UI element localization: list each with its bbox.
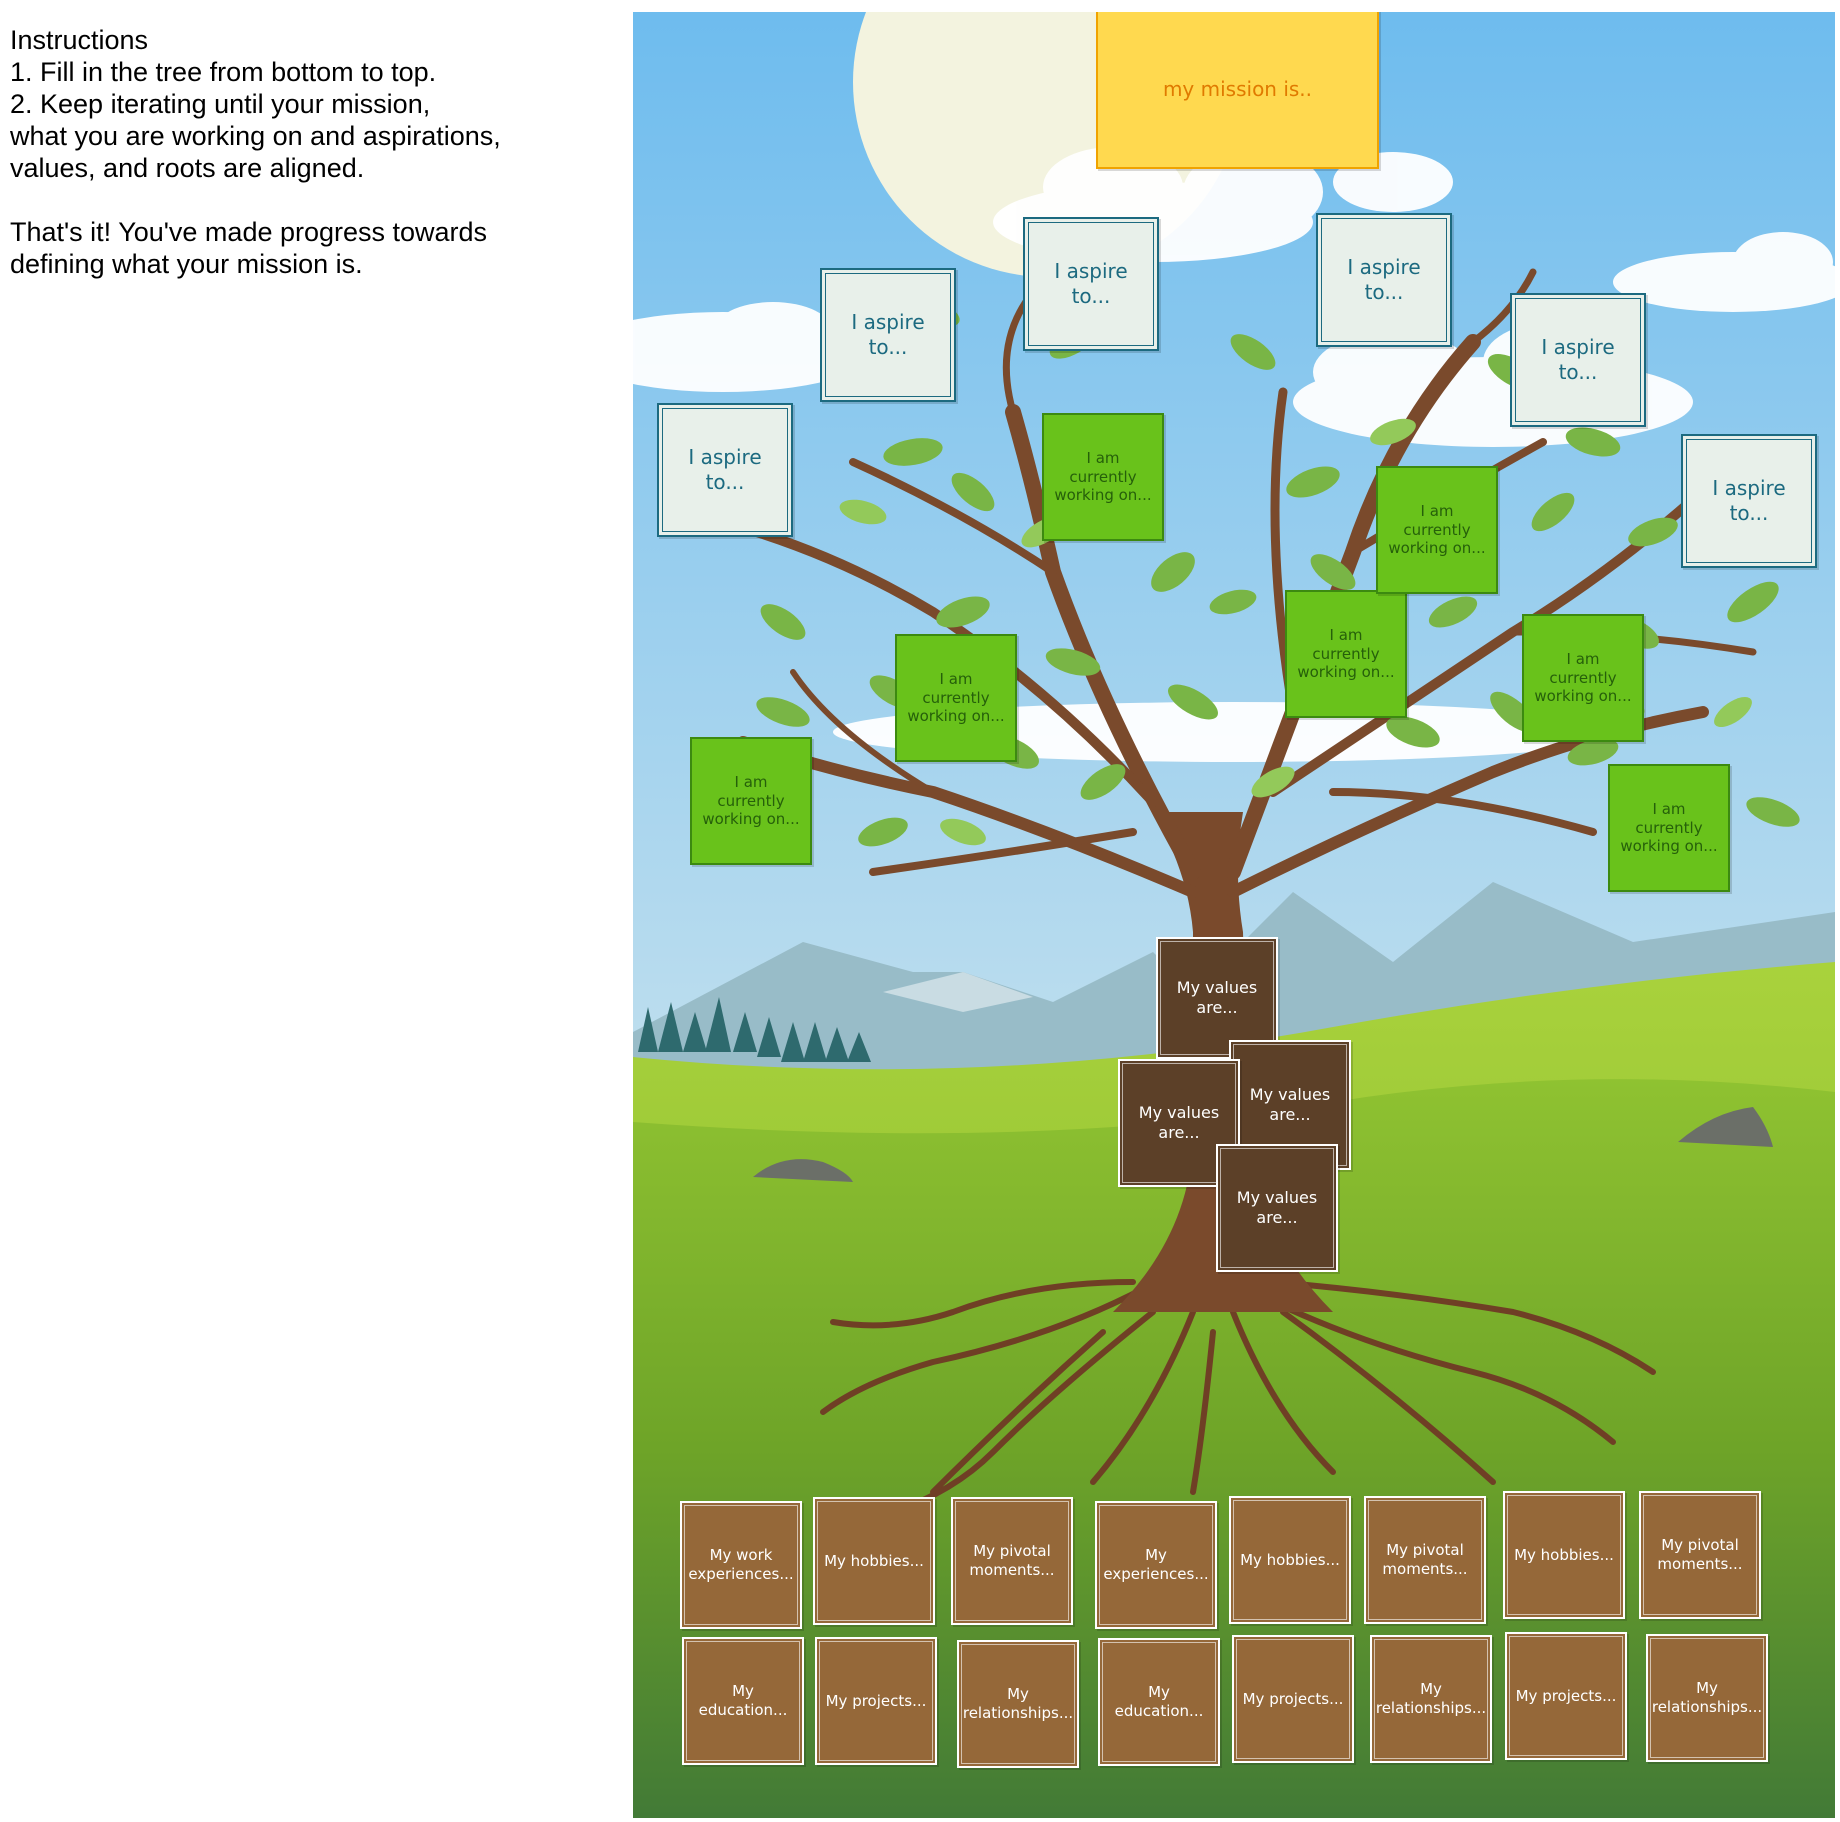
- working-note[interactable]: I am currently working on...: [1608, 764, 1730, 892]
- working-note-label: I am currently working on...: [1620, 799, 1718, 856]
- aspire-note[interactable]: I aspire to...: [820, 268, 956, 402]
- roots-note-label: My pivotal moments...: [1657, 1536, 1743, 1573]
- instructions-step-2-cont: what you are working on and aspirations,: [10, 121, 501, 151]
- working-note-label: I am currently working on...: [907, 669, 1005, 726]
- roots-note[interactable]: My education...: [1098, 1638, 1220, 1766]
- working-note-label: I am currently working on...: [1388, 501, 1486, 558]
- roots-note-label: My pivotal moments...: [1382, 1541, 1468, 1578]
- working-note[interactable]: I am currently working on...: [1522, 614, 1644, 742]
- mission-note[interactable]: my mission is..: [1096, 12, 1379, 169]
- roots-note-label: My hobbies...: [1514, 1545, 1614, 1564]
- instructions-step-2-cont: values, and roots are aligned.: [10, 153, 365, 183]
- aspire-note-label: I aspire to...: [1712, 476, 1786, 525]
- values-note-label: My values are...: [1236, 1188, 1318, 1227]
- aspire-note[interactable]: I aspire to...: [1023, 217, 1159, 351]
- working-note[interactable]: I am currently working on...: [1042, 413, 1164, 541]
- aspire-note[interactable]: I aspire to...: [657, 403, 793, 537]
- roots-note[interactable]: My pivotal moments...: [951, 1497, 1073, 1625]
- values-note[interactable]: My values are...: [1216, 1144, 1338, 1272]
- working-note-label: I am currently working on...: [702, 772, 800, 829]
- roots-note-label: My projects...: [825, 1691, 927, 1710]
- roots-note-label: My hobbies...: [824, 1551, 924, 1570]
- instructions-blank: [10, 184, 610, 216]
- roots-note[interactable]: My relationships...: [1646, 1634, 1768, 1762]
- instructions-title: Instructions: [10, 25, 149, 55]
- roots-note-label: My work experiences...: [688, 1546, 794, 1583]
- roots-note[interactable]: My hobbies...: [1503, 1491, 1625, 1619]
- roots-note[interactable]: My experiences...: [1095, 1501, 1217, 1629]
- roots-note-label: My relationships...: [962, 1685, 1074, 1722]
- instructions-outro: That's it! You've made progress towards: [10, 217, 488, 247]
- working-note-label: I am currently working on...: [1534, 649, 1632, 706]
- roots-note[interactable]: My hobbies...: [1229, 1496, 1351, 1624]
- working-note[interactable]: I am currently working on...: [690, 737, 812, 865]
- roots-note[interactable]: My relationships...: [1370, 1635, 1492, 1763]
- instructions-text: Instructions 1. Fill in the tree from bo…: [10, 24, 610, 280]
- mission-note-label: my mission is..: [1162, 76, 1313, 101]
- roots-note-label: My projects...: [1242, 1689, 1344, 1708]
- aspire-note[interactable]: I aspire to...: [1510, 293, 1646, 427]
- instructions-step-1: 1. Fill in the tree from bottom to top.: [10, 57, 437, 87]
- values-note-label: My values are...: [1249, 1085, 1331, 1124]
- roots-note[interactable]: My relationships...: [957, 1640, 1079, 1768]
- roots-note[interactable]: My projects...: [815, 1637, 937, 1765]
- roots-note[interactable]: My work experiences...: [680, 1501, 802, 1629]
- roots-note-label: My education...: [698, 1682, 788, 1719]
- roots-note[interactable]: My education...: [682, 1637, 804, 1765]
- aspire-note[interactable]: I aspire to...: [1316, 213, 1452, 347]
- roots-note-label: My pivotal moments...: [969, 1542, 1055, 1579]
- roots-note-label: My projects...: [1515, 1686, 1617, 1705]
- instructions-step-2: 2. Keep iterating until your mission,: [10, 89, 431, 119]
- aspire-note-label: I aspire to...: [688, 445, 762, 494]
- aspire-note-label: I aspire to...: [851, 310, 925, 359]
- roots-note[interactable]: My projects...: [1232, 1635, 1354, 1763]
- roots-note[interactable]: My projects...: [1505, 1632, 1627, 1760]
- roots-note[interactable]: My hobbies...: [813, 1497, 935, 1625]
- aspire-note[interactable]: I aspire to...: [1681, 434, 1817, 568]
- values-note-label: My values are...: [1176, 978, 1258, 1017]
- roots-note-label: My education...: [1114, 1683, 1204, 1720]
- roots-note-label: My relationships...: [1651, 1679, 1763, 1716]
- roots-note-label: My experiences...: [1103, 1546, 1209, 1583]
- working-note[interactable]: I am currently working on...: [1376, 466, 1498, 594]
- working-note-label: I am currently working on...: [1054, 448, 1152, 505]
- aspire-note-label: I aspire to...: [1541, 335, 1615, 384]
- values-note-label: My values are...: [1138, 1103, 1220, 1142]
- working-note[interactable]: I am currently working on...: [895, 634, 1017, 762]
- roots-note[interactable]: My pivotal moments...: [1364, 1496, 1486, 1624]
- roots-note-label: My hobbies...: [1240, 1550, 1340, 1569]
- instructions-outro-cont: defining what your mission is.: [10, 249, 363, 279]
- working-note-label: I am currently working on...: [1297, 625, 1395, 682]
- working-note[interactable]: I am currently working on...: [1285, 590, 1407, 718]
- aspire-note-label: I aspire to...: [1054, 259, 1128, 308]
- aspire-note-label: I aspire to...: [1347, 255, 1421, 304]
- roots-note-label: My relationships...: [1375, 1680, 1487, 1717]
- roots-note[interactable]: My pivotal moments...: [1639, 1491, 1761, 1619]
- tree-canvas: my mission is.. I aspire to... I aspire …: [633, 12, 1835, 1818]
